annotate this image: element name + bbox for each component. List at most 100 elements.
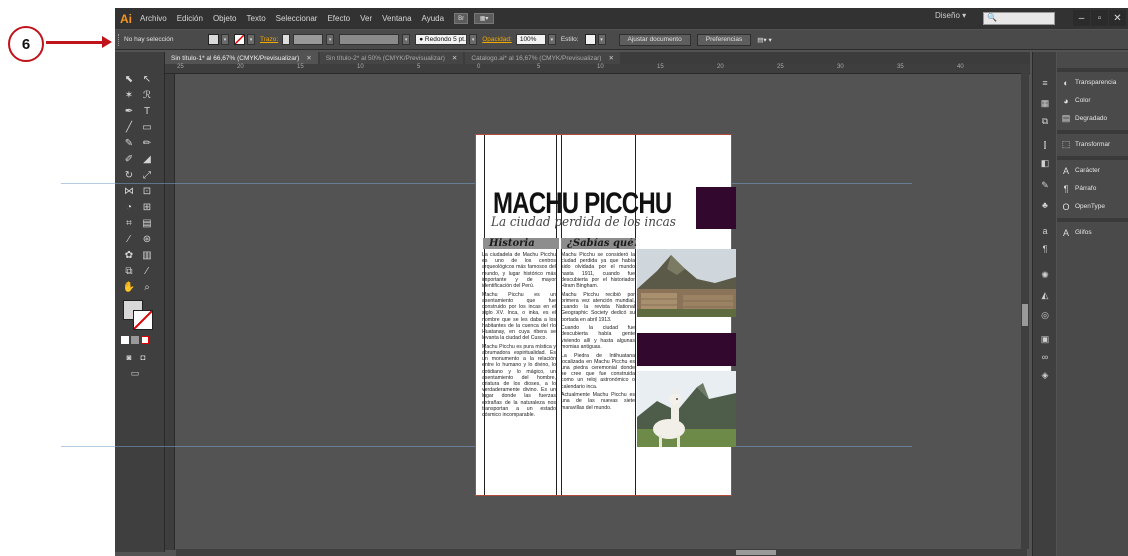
selection-tool-icon[interactable]: ⬉ [121,72,137,86]
variable-width-profile[interactable] [339,34,400,45]
lasso-tool-icon[interactable]: ℛ [139,88,155,102]
align-options-button[interactable]: ▤▾ ▾ [757,36,771,44]
document-subtitle[interactable]: La ciudad perdida de los incas [491,215,676,230]
pathfinder-icon[interactable]: ◧ [1037,156,1053,170]
stroke-weight-dropdown[interactable]: ▾ [326,34,335,45]
brush-dropdown[interactable]: ▾ [469,34,478,45]
opacity-dropdown[interactable]: ▾ [547,34,556,45]
menu-efecto[interactable]: Efecto [327,14,350,23]
panel-transparency[interactable]: ◐ Transparencia [1057,74,1128,91]
brushes-icon[interactable]: ✎ [1037,178,1053,192]
historia-heading[interactable]: Historia [483,238,559,249]
artboard-tool-icon[interactable]: ⧉ [121,264,137,278]
scale-tool-icon[interactable]: ⤢ [139,168,155,182]
profile-dropdown[interactable]: ▾ [402,34,411,45]
sabias-que-text-column[interactable]: Machu Picchu se consideró la ciudad perd… [561,252,635,442]
close-tab-icon[interactable]: ✕ [306,54,311,62]
blend-tool-icon[interactable]: ⊛ [139,232,155,246]
document-setup-button[interactable]: Ajustar documento [618,33,691,46]
color-mode-buttons[interactable] [121,336,151,345]
layers-icon[interactable]: ▣ [1037,332,1053,346]
close-tab-icon[interactable]: ✕ [452,54,457,62]
column-graph-tool-icon[interactable]: ▥ [139,248,155,262]
opacity-label[interactable]: Opacidad: [482,36,512,43]
opacity-field[interactable]: 100% [515,34,546,45]
menu-ayuda[interactable]: Ayuda [422,14,445,23]
gradient-tool-icon[interactable]: ▤ [139,216,155,230]
fill-dropdown[interactable]: ▾ [221,34,229,45]
menu-seleccionar[interactable]: Seleccionar [276,14,318,23]
menu-objeto[interactable]: Objeto [213,14,237,23]
shape-builder-tool-icon[interactable]: ◔ [121,200,137,214]
slice-tool-icon[interactable]: ⁄ [139,264,155,278]
type-tool-icon[interactable]: T [139,104,155,118]
stroke-panel-icon[interactable]: ◎ [1037,308,1053,322]
pen-tool-icon[interactable]: ✒ [121,104,137,118]
minimize-button[interactable]: – [1073,10,1090,26]
stroke-swatch[interactable] [234,34,245,45]
stroke-color-swatch[interactable] [133,310,153,330]
machu-picchu-ruins-photo[interactable] [637,249,736,317]
panel-glyphs[interactable]: A Glifos [1057,224,1128,241]
arrange-documents-button[interactable]: ▦▾ [474,13,495,24]
layer-stack-icon[interactable]: ◈ [1037,368,1053,382]
graphic-styles-icon[interactable]: ◭ [1037,288,1053,302]
none-mode-icon[interactable] [141,336,149,344]
tab-document-2[interactable]: Sin título-2* al 50% (CMYK/Previsualizar… [319,52,464,64]
close-tab-icon[interactable]: ✕ [608,54,613,62]
horizontal-scrollbar[interactable] [176,549,1027,556]
character-styles-icon[interactable]: a [1037,224,1053,238]
symbols-icon[interactable]: ♣ [1037,198,1053,212]
align-icon[interactable]: ⫿ [1037,138,1053,152]
panel-color[interactable]: ◕ Color [1057,92,1128,109]
appearance-icon[interactable]: ✺ [1037,268,1053,282]
style-dropdown[interactable]: ▾ [597,34,606,45]
graphic-style-swatch[interactable] [584,34,596,45]
panel-transform[interactable]: ⬚ Transformar [1057,136,1128,153]
sabias-que-heading[interactable]: ¿Sabías qué? [561,238,636,249]
menu-archivo[interactable]: Archivo [140,14,167,23]
menu-edicion[interactable]: Edición [177,14,203,23]
stroke-weight-field[interactable] [293,34,324,45]
hand-tool-icon[interactable]: ✋ [121,280,137,294]
width-tool-icon[interactable]: ⋈ [121,184,137,198]
close-window-button[interactable]: ✕ [1109,10,1126,26]
links-icon[interactable]: ∞ [1037,350,1053,364]
direct-selection-tool-icon[interactable]: ↖ [139,72,155,86]
panel-group-grip[interactable] [1057,68,1128,72]
panel-group-grip[interactable] [1057,218,1128,222]
maximize-button[interactable]: ▫ [1091,10,1108,26]
purple-rectangle[interactable] [637,333,736,366]
vertical-ruler[interactable] [165,74,175,550]
llama-photo[interactable] [637,371,736,447]
tab-document-1[interactable]: Sin título-1* al 66,67% (CMYK/Previsuali… [165,52,318,64]
panel-group-grip[interactable] [1057,156,1128,160]
blob-brush-tool-icon[interactable]: ✐ [121,152,137,166]
magic-wand-tool-icon[interactable]: ✶ [121,88,137,102]
panel-group-grip[interactable] [1057,130,1128,134]
preferences-button[interactable]: Preferencias [696,33,752,46]
perspective-grid-tool-icon[interactable]: ⊞ [139,200,155,214]
control-bar-grip[interactable] [118,33,122,46]
vertical-scrollbar[interactable] [1021,64,1029,549]
screen-mode-icon[interactable]: ▭ [127,366,143,380]
brush-definition[interactable]: ● Redondo 5 pt. [415,34,468,45]
eraser-tool-icon[interactable]: ◢ [139,152,155,166]
line-tool-icon[interactable]: ╱ [121,120,137,134]
stroke-weight-stepper[interactable] [282,34,291,45]
search-input[interactable]: 🔍 [983,12,1055,25]
paintbrush-tool-icon[interactable]: ✎ [121,136,137,150]
workspace-switcher[interactable]: Diseño ▾ [935,11,966,20]
purple-rectangle[interactable] [696,187,736,229]
menu-ver[interactable]: Ver [360,14,372,23]
historia-text-column[interactable]: La ciudadela de Machu Picchu es uno de l… [482,252,556,442]
bridge-button[interactable]: Br [454,13,469,24]
panel-paragraph[interactable]: ¶ Párrafo [1057,180,1128,197]
free-transform-tool-icon[interactable]: ⊡ [139,184,155,198]
panel-character[interactable]: A Carácter [1057,162,1128,179]
horizontal-ruler[interactable]: 25 20 15 10 5 0 5 10 15 20 25 30 35 40 [165,64,1030,74]
rectangle-tool-icon[interactable]: ▭ [139,120,155,134]
panel-opentype[interactable]: O OpenType [1057,198,1128,215]
color-mode-icon[interactable] [121,336,129,344]
tab-document-3[interactable]: Catalogo.ai* al 16,67% (CMYK/Previsualiz… [465,52,620,64]
